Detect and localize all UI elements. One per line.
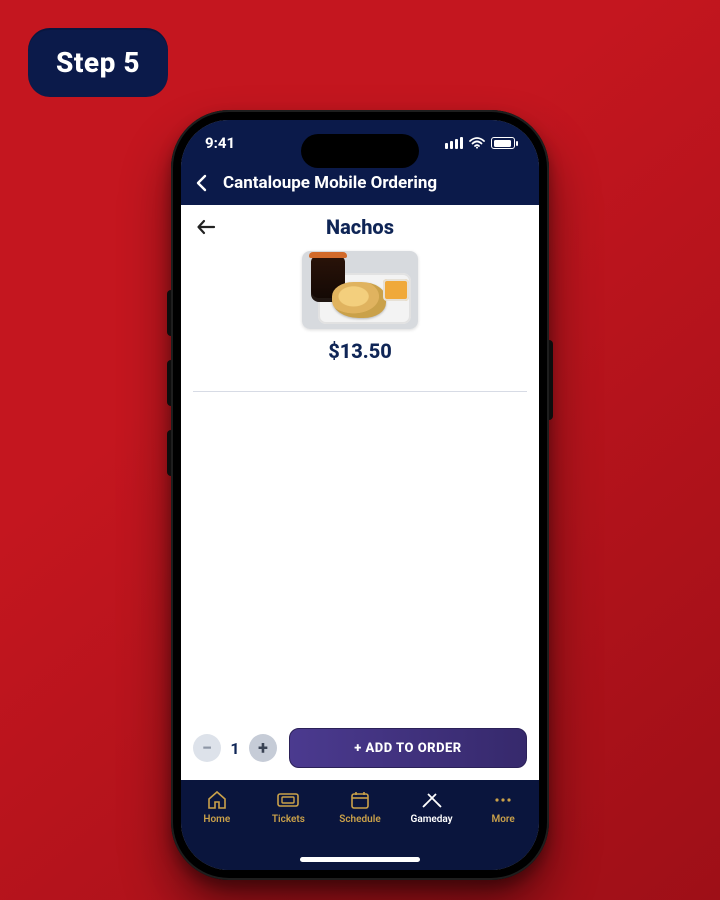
app-bar: Cantaloupe Mobile Ordering xyxy=(181,167,539,205)
dynamic-island xyxy=(301,134,419,168)
qty-value: 1 xyxy=(229,739,241,758)
tab-label: Tickets xyxy=(272,814,305,825)
product-block: $13.50 xyxy=(181,249,539,377)
app-bar-title: Cantaloupe Mobile Ordering xyxy=(223,173,437,193)
step-badge: Step 5 xyxy=(28,28,168,97)
wifi-icon xyxy=(469,137,485,149)
product-title: Nachos xyxy=(326,215,394,239)
tab-label: More xyxy=(492,814,515,825)
tab-label: Home xyxy=(203,814,230,825)
ticket-icon xyxy=(276,790,300,810)
page-back-arrow-icon[interactable] xyxy=(195,217,217,237)
divider xyxy=(193,391,527,392)
more-icon xyxy=(492,790,514,810)
phone-frame: 9:41 Cantaloupe Mobile Ordering Nachos xyxy=(171,110,549,880)
status-time: 9:41 xyxy=(205,134,235,152)
qty-decrease-button[interactable]: − xyxy=(193,734,221,762)
cell-signal-icon xyxy=(445,137,463,149)
add-to-order-button[interactable]: + ADD TO ORDER xyxy=(289,728,527,768)
product-page: Nachos $13.50 − 1 + + ADD xyxy=(181,205,539,780)
product-price: $13.50 xyxy=(328,339,392,363)
home-indicator[interactable] xyxy=(300,857,420,862)
gameday-icon xyxy=(420,790,444,810)
tab-tickets[interactable]: Tickets xyxy=(253,790,325,825)
tab-label: Gameday xyxy=(411,814,453,825)
phone-screen: 9:41 Cantaloupe Mobile Ordering Nachos xyxy=(181,120,539,870)
status-indicators xyxy=(445,137,515,149)
tab-label: Schedule xyxy=(339,814,380,825)
tab-home[interactable]: Home xyxy=(181,790,253,825)
product-image xyxy=(302,251,418,329)
calendar-icon xyxy=(349,790,371,810)
battery-icon xyxy=(491,137,515,149)
tab-gameday[interactable]: Gameday xyxy=(396,790,468,825)
tab-bar: Home Tickets Schedule Gameday More xyxy=(181,780,539,870)
home-icon xyxy=(206,790,228,810)
tab-schedule[interactable]: Schedule xyxy=(324,790,396,825)
page-header: Nachos xyxy=(181,205,539,249)
order-bar: − 1 + + ADD TO ORDER xyxy=(181,716,539,780)
back-chevron-icon[interactable] xyxy=(195,174,209,192)
tab-more[interactable]: More xyxy=(467,790,539,825)
qty-increase-button[interactable]: + xyxy=(249,734,277,762)
quantity-stepper: − 1 + xyxy=(193,734,277,762)
